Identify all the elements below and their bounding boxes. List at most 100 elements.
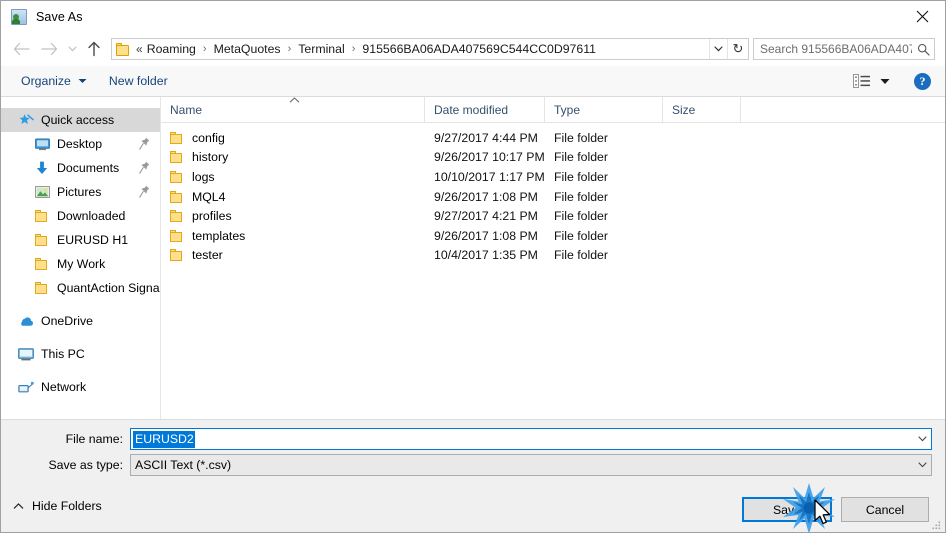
cell-date-modified: 9/26/2017 1:08 PM [434, 189, 538, 204]
command-bar: Organize New folder ? [1, 66, 945, 97]
address-bar[interactable]: « Roaming › MetaQuotes › Terminal › 9155… [111, 38, 749, 60]
cell-date-modified: 10/4/2017 1:35 PM [434, 248, 538, 263]
onedrive-icon [18, 313, 34, 329]
hide-folders-button[interactable]: Hide Folders [13, 499, 102, 513]
breadcrumb-separator-icon[interactable]: › [282, 43, 298, 55]
folder-icon [34, 232, 50, 248]
sidebar-item-onedrive[interactable]: OneDrive [1, 309, 160, 333]
folder-icon [170, 151, 184, 164]
search-input[interactable]: Search 915566BA06ADA40756... [754, 42, 912, 56]
address-dropdown-button[interactable] [709, 39, 727, 59]
folder-icon [34, 256, 50, 272]
sidebar-item-documents[interactable]: Documents [1, 156, 160, 180]
column-header-label: Name [170, 102, 203, 117]
arrow-left-icon [13, 42, 30, 56]
breadcrumb-separator-icon[interactable]: › [346, 43, 362, 55]
sidebar-item-quantaction-signal[interactable]: QuantAction Signal [1, 276, 160, 300]
table-row[interactable]: history 9/26/2017 10:17 PM File folder [161, 148, 945, 168]
organize-button[interactable]: Organize [13, 69, 95, 93]
breadcrumb-separator-icon[interactable]: › [197, 43, 213, 55]
column-header-size[interactable]: Size [663, 97, 741, 122]
sidebar-item-this-pc[interactable]: This PC [1, 342, 160, 366]
column-header-name[interactable]: Name [161, 97, 425, 122]
title-bar: Save As [1, 1, 945, 32]
forward-button[interactable] [35, 36, 63, 62]
navigation-bar: « Roaming › MetaQuotes › Terminal › 9155… [1, 32, 945, 66]
cancel-button[interactable]: Cancel [841, 497, 929, 522]
column-header-type[interactable]: Type [545, 97, 663, 122]
documents-icon [34, 160, 50, 176]
save-button[interactable]: Save [742, 497, 832, 522]
table-row[interactable]: tester 10/4/2017 1:35 PM File folder [161, 246, 945, 266]
table-row[interactable]: logs 10/10/2017 1:17 PM File folder [161, 167, 945, 187]
refresh-icon: ↻ [732, 41, 744, 56]
new-folder-button[interactable]: New folder [101, 69, 176, 93]
file-name-input[interactable]: EURUSD2 [130, 428, 932, 450]
cell-size [663, 226, 741, 246]
caret-up-icon [13, 502, 24, 509]
cell-type: File folder [554, 209, 608, 224]
sidebar-item-label: This PC [41, 347, 85, 361]
cell-name: history [161, 148, 425, 168]
back-button[interactable] [7, 36, 35, 62]
table-row[interactable]: MQL4 9/26/2017 1:08 PM File folder [161, 187, 945, 207]
sidebar-item-downloaded[interactable]: Downloaded [1, 204, 160, 228]
table-row[interactable]: config 9/27/2017 4:44 PM File folder [161, 128, 945, 148]
cell-name: config [161, 128, 425, 148]
save-as-type-row: Save as type: ASCII Text (*.csv) [1, 454, 945, 476]
organize-label: Organize [21, 74, 71, 88]
resize-grip-icon[interactable] [930, 520, 942, 532]
sidebar-item-label: Downloaded [57, 209, 126, 223]
hide-folders-label: Hide Folders [32, 499, 102, 513]
file-rows: config 9/27/2017 4:44 PM File folder his… [161, 123, 945, 266]
save-button-label: Save [772, 502, 802, 517]
pin-icon[interactable] [139, 137, 150, 150]
network-icon [18, 379, 34, 395]
up-one-level-button[interactable] [81, 36, 107, 62]
help-button[interactable]: ? [914, 72, 931, 90]
sidebar-item-desktop[interactable]: Desktop [1, 132, 160, 156]
sidebar-item-eurusd-h1[interactable]: EURUSD H1 [1, 228, 160, 252]
pin-icon[interactable] [139, 185, 150, 198]
sidebar-item-pictures[interactable]: Pictures [1, 180, 160, 204]
save-as-app-icon [11, 8, 27, 25]
column-header-date-modified[interactable]: Date modified [425, 97, 545, 122]
search-box[interactable]: Search 915566BA06ADA40756... [753, 38, 935, 60]
file-name: templates [192, 228, 246, 243]
cell-type: File folder [554, 130, 608, 145]
table-row[interactable]: templates 9/26/2017 1:08 PM File folder [161, 226, 945, 246]
file-name-dropdown-button[interactable] [913, 429, 931, 449]
breadcrumb-item-roaming[interactable]: Roaming [146, 42, 197, 56]
breadcrumb-item-terminal[interactable]: Terminal [297, 42, 345, 56]
cell-name: MQL4 [161, 187, 425, 207]
breadcrumb-item-instance-id[interactable]: 915566BA06ADA407569C544CC0D97611 [361, 42, 597, 56]
pin-icon[interactable] [139, 161, 150, 174]
sidebar-group-divider [1, 366, 160, 375]
recent-locations-button[interactable] [63, 36, 81, 62]
change-view-button[interactable] [849, 74, 894, 88]
refresh-button[interactable]: ↻ [727, 39, 748, 59]
sidebar-item-quick-access[interactable]: Quick access [1, 108, 160, 132]
breadcrumb-item-metaquotes[interactable]: MetaQuotes [213, 42, 282, 56]
sidebar-item-label: EURUSD H1 [57, 233, 129, 247]
save-as-type-dropdown-button[interactable] [913, 455, 931, 475]
caret-up-icon [289, 97, 300, 103]
chevron-down-icon [917, 436, 927, 442]
save-as-type-value: ASCII Text (*.csv) [135, 458, 232, 472]
sidebar-item-network[interactable]: Network [1, 375, 160, 399]
cell-name: tester [161, 246, 425, 266]
cell-size [663, 246, 741, 266]
sidebar-item-label: OneDrive [41, 314, 93, 328]
file-fields: File name: EURUSD2 Save as type: ASCII T… [1, 419, 945, 481]
save-as-type-label: Save as type: [48, 458, 123, 472]
close-button[interactable] [899, 1, 945, 32]
new-folder-label: New folder [108, 74, 168, 88]
sidebar-item-label: Network [41, 380, 87, 394]
file-name: history [192, 150, 229, 165]
column-header-label: Size [672, 102, 696, 117]
sidebar-item-my-work[interactable]: My Work [1, 252, 160, 276]
table-row[interactable]: profiles 9/27/2017 4:21 PM File folder [161, 206, 945, 226]
chevron-down-icon [917, 462, 927, 468]
save-as-type-select[interactable]: ASCII Text (*.csv) [130, 454, 932, 476]
breadcrumb-overflow[interactable]: « [136, 42, 146, 56]
